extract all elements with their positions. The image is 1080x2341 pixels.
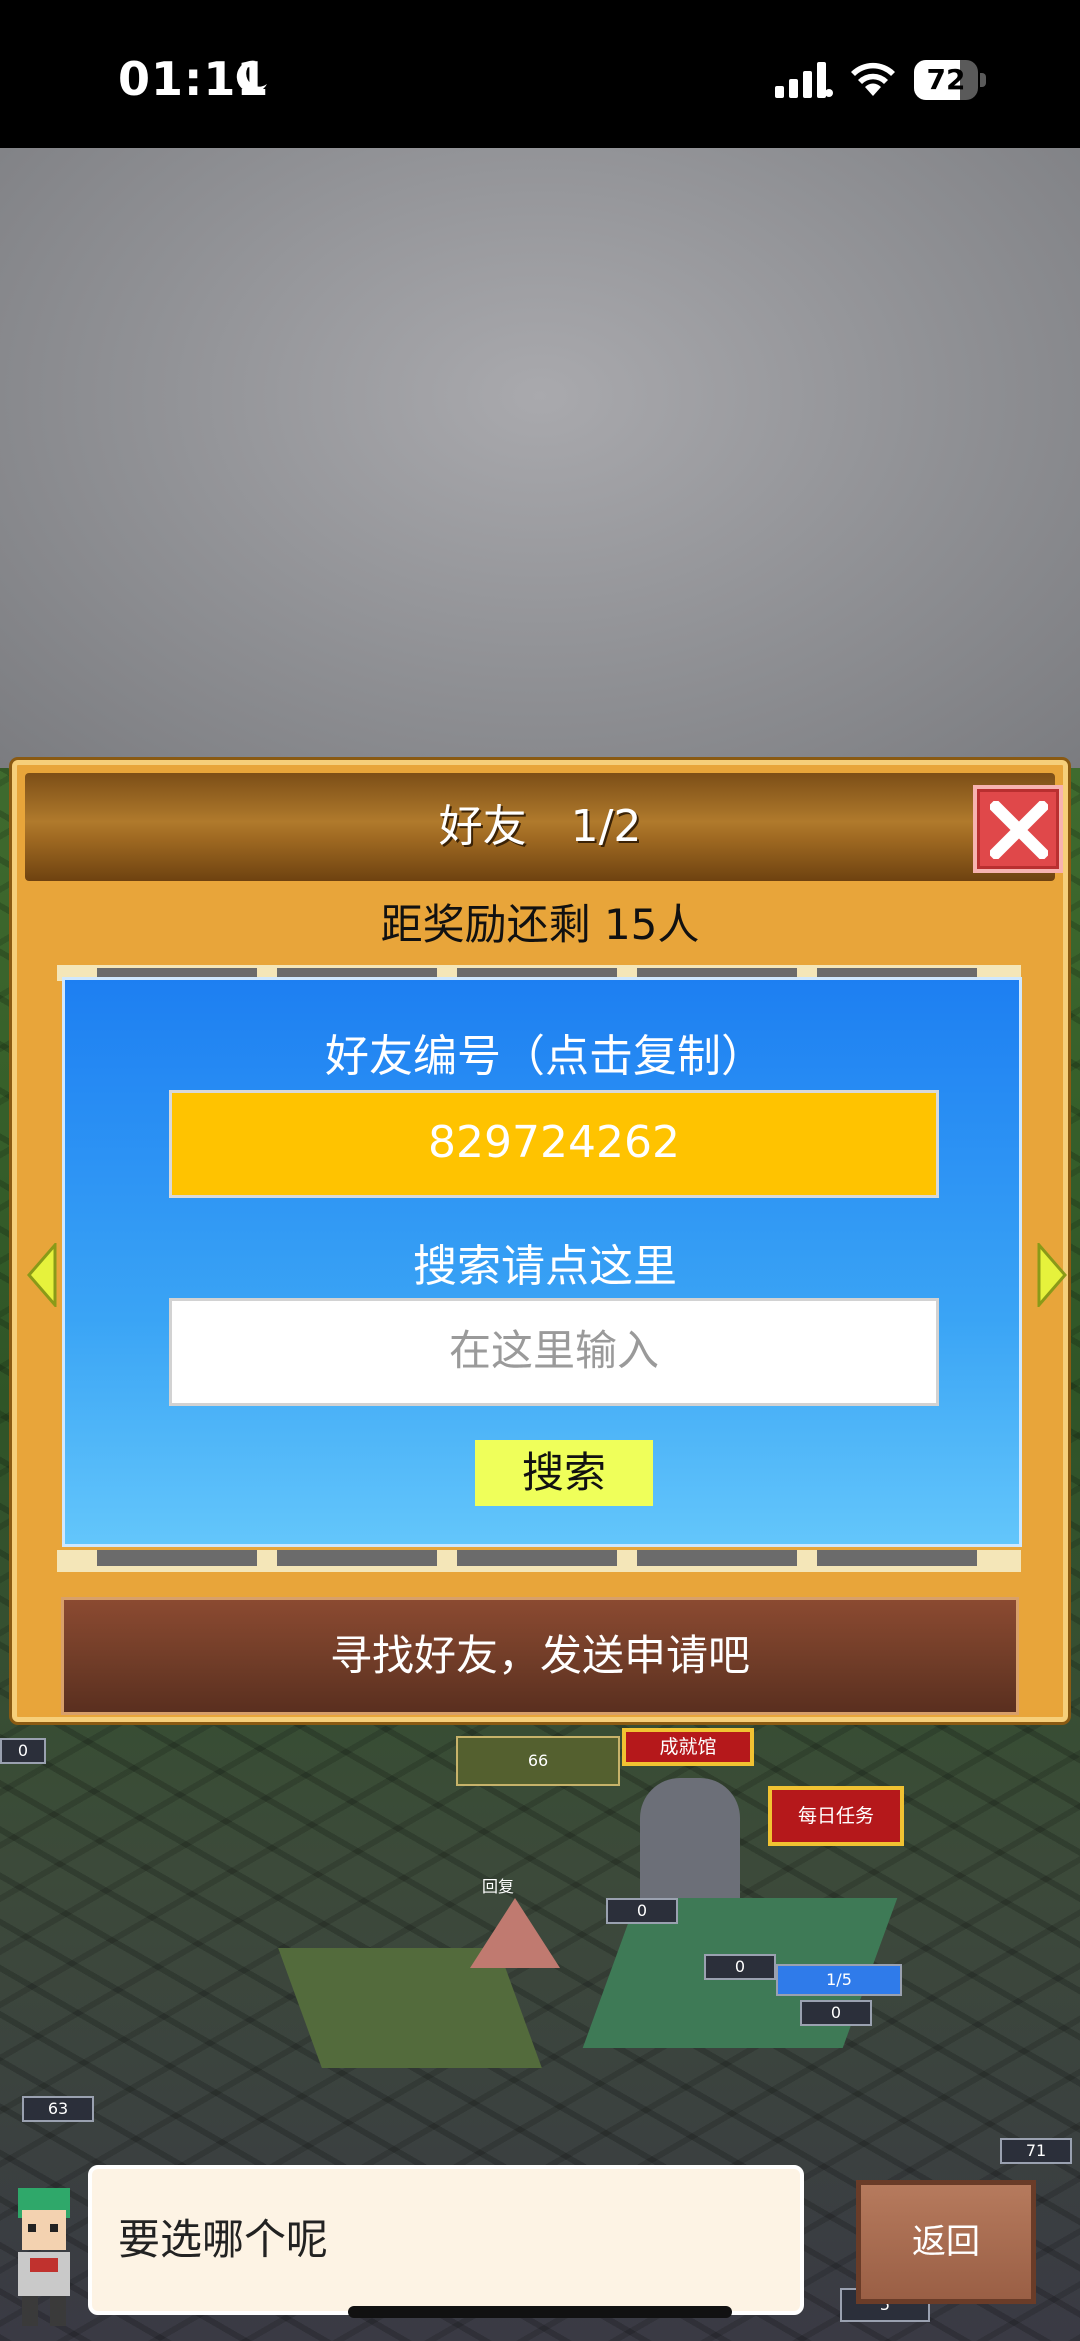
cloudy-sky [0, 148, 1080, 768]
page-tab[interactable] [457, 1550, 617, 1566]
search-input[interactable]: 在这里输入 [169, 1298, 939, 1406]
count-badge: 0 [606, 1898, 678, 1924]
stone-tower [640, 1778, 740, 1918]
wifi-icon [851, 62, 895, 96]
achievement-hall-sign[interactable]: 成就馆 [622, 1728, 754, 1766]
dialog-header: 好友 1/2 [25, 773, 1063, 881]
count-badge: 0 [704, 1954, 776, 1980]
count-badge: 71 [1000, 2138, 1072, 2164]
moon-icon [236, 60, 267, 93]
page-tab-strip-bottom [57, 1550, 1021, 1572]
back-button[interactable]: 返回 [856, 2180, 1036, 2304]
map-counter: 66 [456, 1736, 620, 1786]
battery-level: 72 [926, 63, 966, 96]
page-tab[interactable] [277, 1550, 437, 1566]
page-tab[interactable] [817, 1550, 977, 1566]
friend-dialog: 好友 1/2 距奖励还剩 15人 好友编号（点击复制） 829724262 搜索… [12, 760, 1068, 1722]
reward-remaining-text: 距奖励还剩 15人 [380, 900, 700, 949]
daily-quest-sign[interactable]: 每日任务 [768, 1786, 904, 1846]
search-label: 搜索请点这里 [413, 1241, 677, 1292]
character-avatar [18, 2188, 70, 2326]
status-bar: 01:11 72 [0, 0, 1080, 148]
page-tab[interactable] [97, 1550, 257, 1566]
recover-label[interactable]: 回复 [458, 1874, 538, 1904]
home-indicator[interactable] [348, 2306, 732, 2318]
close-icon [990, 801, 1048, 859]
battery-cap [980, 73, 986, 87]
next-page-arrow-icon[interactable] [1037, 1243, 1067, 1307]
page-tab[interactable] [637, 1550, 797, 1566]
close-button[interactable] [973, 785, 1063, 873]
cellular-signal-icon [775, 62, 833, 98]
previous-page-arrow-icon[interactable] [27, 1243, 57, 1307]
count-badge: 63 [22, 2096, 94, 2122]
dialogue-bubble: 要选哪个呢 [88, 2165, 804, 2315]
friend-code-copy-field[interactable]: 829724262 [169, 1090, 939, 1198]
tent [470, 1898, 560, 1968]
dialog-title: 好友 1/2 [438, 801, 642, 852]
search-button[interactable]: 搜索 [475, 1440, 653, 1506]
dialogue-text: 要选哪个呢 [118, 2215, 329, 2264]
find-friend-send-request-button[interactable]: 寻找好友，发送申请吧 [61, 1597, 1019, 1715]
battery-indicator: 72 [914, 60, 986, 100]
friend-code-label: 好友编号（点击复制） [325, 1031, 765, 1082]
friend-search-panel: 好友编号（点击复制） 829724262 搜索请点这里 在这里输入 搜索 [62, 977, 1022, 1547]
progress-badge: 1/5 [776, 1964, 902, 1996]
battery-body: 72 [914, 60, 978, 100]
count-badge: 0 [800, 2000, 872, 2026]
